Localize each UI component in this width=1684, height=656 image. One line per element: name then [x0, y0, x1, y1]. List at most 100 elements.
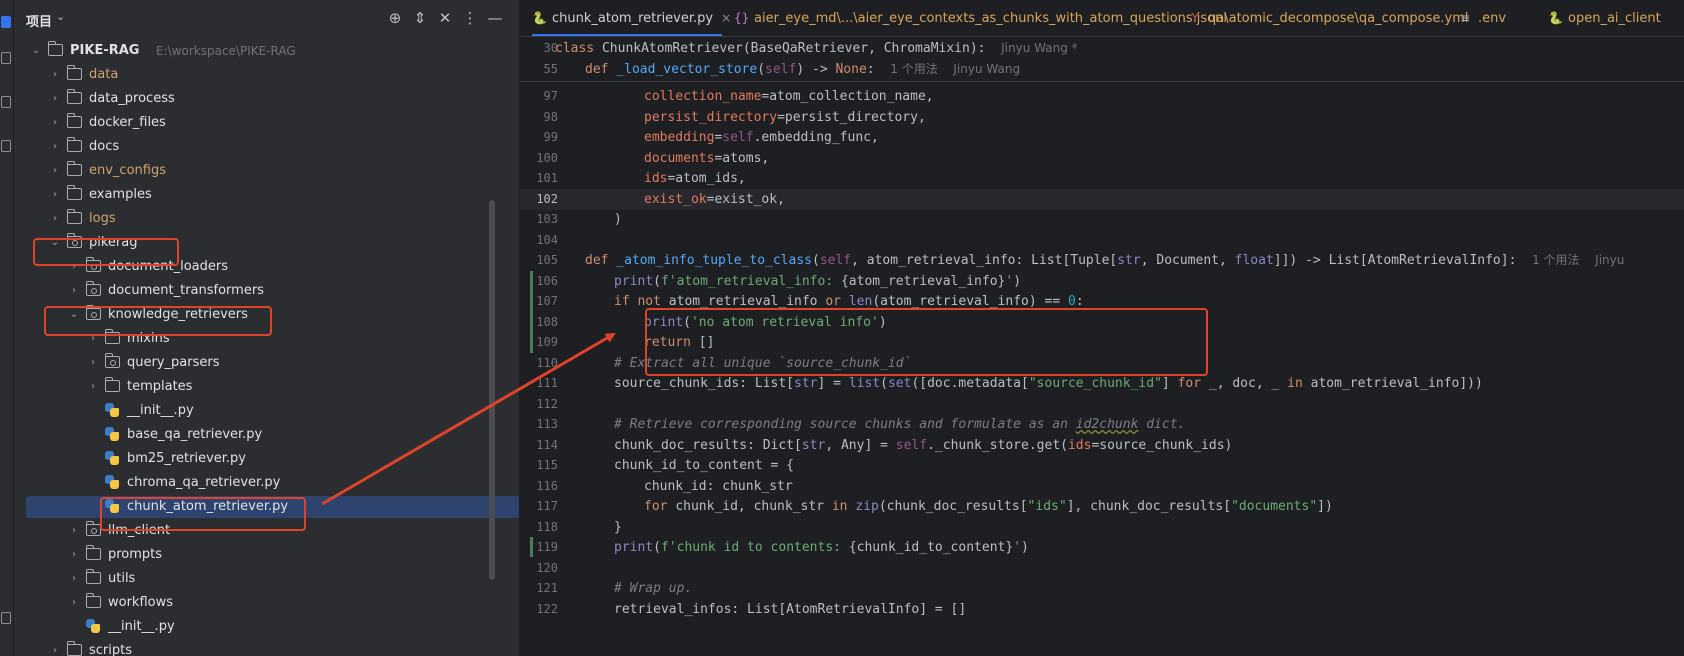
chevron-right-icon[interactable]: › [49, 184, 61, 206]
folder-icon [67, 209, 82, 224]
annotation-box-knowledge-retrievers [44, 306, 272, 336]
tree-item[interactable]: › templates [14, 376, 504, 398]
tab-jsonl-file[interactable]: {} aier_eye_md\...\aier_eye_contexts_as_c… [734, 0, 1227, 36]
code-line: ids=atom_ids, [644, 171, 746, 186]
tree-item-path: E:\workspace\PIKE-RAG [156, 44, 296, 58]
tree-item-label: examples [89, 187, 152, 202]
chevron-right-icon[interactable]: › [68, 544, 80, 566]
annotation-box-pikerag [33, 238, 179, 266]
tab-open-ai-client[interactable]: 🐍 open_ai_client [1548, 0, 1661, 36]
tab-qa-compose-yml[interactable]: Yqa\atomic_decompose\qa_compose.yml [1188, 0, 1468, 36]
commit-tool-icon[interactable] [1, 96, 11, 108]
tree-item-label: templates [127, 379, 193, 394]
chevron-right-icon[interactable]: › [49, 136, 61, 158]
tree-item[interactable]: › docs [14, 136, 504, 158]
tree-item[interactable]: › utils [14, 568, 504, 590]
env-icon: ≡ [1459, 11, 1471, 25]
line-number: 110 [536, 356, 558, 370]
usage-hint[interactable]: 1 个用法 [890, 62, 937, 76]
tree-item[interactable]: ⌄ PIKE-RAG E:\workspace\PIKE-RAG [14, 40, 504, 62]
line-number: 119 [536, 540, 558, 554]
tree-item[interactable]: › examples [14, 184, 504, 206]
chevron-right-icon[interactable]: › [68, 592, 80, 614]
package-icon [105, 353, 120, 368]
line-number: 100 [536, 151, 558, 165]
close-icon[interactable]: × [721, 11, 731, 25]
usage-hint[interactable]: 1 个用法 [1532, 253, 1579, 267]
chevron-down-icon[interactable]: ⌄ [56, 10, 65, 23]
tree-item[interactable]: › env_configs [14, 160, 504, 182]
tree-item[interactable]: › docker_files [14, 112, 504, 134]
code-line: ) [614, 212, 622, 227]
chevron-right-icon[interactable]: › [49, 208, 61, 230]
chevron-right-icon[interactable]: › [68, 280, 80, 302]
tree-item[interactable]: › logs [14, 208, 504, 230]
tree-item[interactable]: › prompts [14, 544, 504, 566]
tree-item[interactable]: base_qa_retriever.py [14, 424, 504, 446]
tab-env[interactable]: ≡ .env [1458, 0, 1506, 36]
terminal-tool-icon[interactable] [1, 612, 11, 624]
locate-file-icon[interactable]: ⊕ [386, 9, 404, 27]
chevron-down-icon[interactable]: ⌄ [30, 40, 42, 62]
line-number: 116 [536, 479, 558, 493]
code-line: source_chunk_ids: List[str] = list(set([… [614, 376, 1483, 391]
author-hint: Jinyu Wang [953, 62, 1021, 76]
chevron-right-icon[interactable]: › [49, 112, 61, 134]
line-number: 115 [536, 458, 558, 472]
folder-icon [67, 65, 82, 80]
chevron-right-icon[interactable]: › [49, 160, 61, 182]
project-tool-icon[interactable] [1, 16, 11, 28]
line-number: 30 [543, 41, 558, 55]
tree-item-label: logs [89, 211, 116, 226]
line-number: 108 [536, 315, 558, 329]
tree-item[interactable]: › document_transformers [14, 280, 504, 302]
tree-item-label: workflows [108, 595, 174, 610]
sticky-method-line[interactable]: def _load_vector_store(self) -> None: 1 … [585, 59, 1020, 80]
collapse-all-icon[interactable]: ✕ [436, 9, 454, 27]
tree-item-label: __init__.py [108, 619, 175, 634]
line-number: 103 [536, 212, 558, 226]
chevron-right-icon[interactable]: › [87, 352, 99, 374]
folder-icon [48, 41, 63, 56]
line-number: 122 [536, 602, 558, 616]
sticky-lines-header: 30 class ChunkAtomRetriever(BaseQaRetrie… [520, 37, 1684, 82]
code-line: retrieval_infos: List[AtomRetrievalInfo]… [614, 602, 967, 617]
folder-icon [67, 89, 82, 104]
code-line: # Retrieve corresponding source chunks a… [614, 417, 1186, 432]
tab-chunk-atom-retriever[interactable]: 🐍 chunk_atom_retriever.py × [532, 0, 731, 36]
tree-item[interactable]: __init__.py [14, 400, 504, 422]
chevron-right-icon[interactable]: › [68, 568, 80, 590]
more-tools-icon[interactable] [1, 140, 11, 152]
project-panel-title[interactable]: 项目 [26, 11, 52, 30]
tree-item[interactable]: chroma_qa_retriever.py [14, 472, 504, 494]
tree-item[interactable]: › scripts [14, 640, 504, 656]
python-file-icon [86, 619, 100, 633]
structure-tool-icon[interactable] [1, 52, 11, 64]
line-number: 104 [536, 233, 558, 247]
vcs-change-marker[interactable] [530, 537, 533, 557]
tree-item-label: data_process [89, 91, 175, 106]
tree-item[interactable]: __init__.py [14, 616, 504, 638]
tree-item[interactable]: › query_parsers [14, 352, 504, 374]
line-number: 120 [536, 561, 558, 575]
chevron-right-icon[interactable]: › [87, 376, 99, 398]
tree-item[interactable]: › data_process [14, 88, 504, 110]
chevron-right-icon[interactable]: › [49, 64, 61, 86]
hide-panel-icon[interactable]: — [486, 9, 504, 27]
project-scrollbar[interactable] [489, 200, 495, 580]
tree-item-label: base_qa_retriever.py [127, 427, 263, 442]
tree-item-label: docs [89, 139, 120, 154]
tree-item-label: utils [108, 571, 136, 586]
code-line: chunk_id: chunk_str [644, 479, 793, 494]
vcs-change-marker[interactable] [530, 271, 533, 353]
line-number: 101 [536, 171, 558, 185]
options-menu-icon[interactable]: ⋮ [461, 9, 479, 27]
chevron-right-icon[interactable]: › [49, 640, 61, 656]
chevron-right-icon[interactable]: › [68, 520, 80, 542]
tree-item[interactable]: bm25_retriever.py [14, 448, 504, 470]
sticky-class-line[interactable]: class ChunkAtomRetriever(BaseQaRetriever… [555, 38, 1078, 59]
tree-item[interactable]: › data [14, 64, 504, 86]
expand-all-icon[interactable]: ⇕ [411, 9, 429, 27]
tree-item[interactable]: › workflows [14, 592, 504, 614]
chevron-right-icon[interactable]: › [49, 88, 61, 110]
